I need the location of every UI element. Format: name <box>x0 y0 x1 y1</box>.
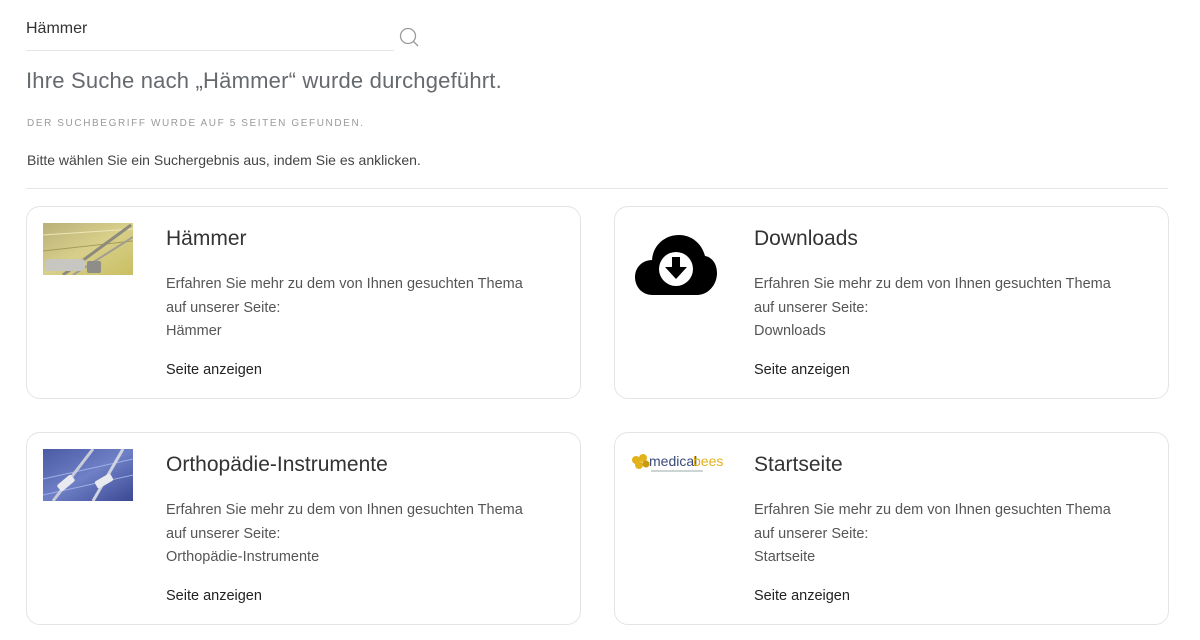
medicalbees-logo: medical bees <box>631 451 731 477</box>
result-card-startseite[interactable]: medical bees Startseite Erfahren Sie meh… <box>614 432 1169 625</box>
result-card-orthopaedie[interactable]: Orthopädie-Instrumente Erfahren Sie mehr… <box>26 432 581 625</box>
show-page-link[interactable]: Seite anzeigen <box>754 362 850 378</box>
result-title: Downloads <box>754 227 858 250</box>
search-result-count: DER SUCHBEGRIFF WURDE AUF 5 SEITEN GEFUN… <box>27 118 365 129</box>
instruments-thumbnail <box>43 449 133 501</box>
result-description: Erfahren Sie mehr zu dem von Ihnen gesuc… <box>754 499 1154 570</box>
result-title: Orthopädie-Instrumente <box>166 453 388 476</box>
divider <box>26 188 1168 189</box>
result-description: Erfahren Sie mehr zu dem von Ihnen gesuc… <box>166 273 566 344</box>
search-result-heading: Ihre Suche nach „Hämmer“ wurde durchgefü… <box>26 68 502 93</box>
result-page-name: Startseite <box>754 549 816 565</box>
result-title: Startseite <box>754 453 843 476</box>
search-bar <box>26 8 419 51</box>
search-input[interactable] <box>26 8 356 48</box>
result-page-name: Hämmer <box>166 323 222 339</box>
show-page-link[interactable]: Seite anzeigen <box>754 588 850 604</box>
cloud-download-icon <box>635 231 717 299</box>
logo-text-medical: medical <box>649 453 697 469</box>
result-card-haemmer[interactable]: Hämmer Erfahren Sie mehr zu dem von Ihne… <box>26 206 581 399</box>
result-title: Hämmer <box>166 227 247 250</box>
show-page-link[interactable]: Seite anzeigen <box>166 362 262 378</box>
result-page-name: Downloads <box>754 323 826 339</box>
logo-text-bees: bees <box>693 453 723 469</box>
hammer-thumbnail <box>43 223 133 275</box>
result-description: Erfahren Sie mehr zu dem von Ihnen gesuc… <box>754 273 1154 344</box>
show-page-link[interactable]: Seite anzeigen <box>166 588 262 604</box>
result-page-name: Orthopädie-Instrumente <box>166 549 320 565</box>
search-icon[interactable] <box>398 26 420 48</box>
result-description: Erfahren Sie mehr zu dem von Ihnen gesuc… <box>166 499 566 570</box>
result-card-downloads[interactable]: Downloads Erfahren Sie mehr zu dem von I… <box>614 206 1169 399</box>
search-instruction: Bitte wählen Sie ein Suchergebnis aus, i… <box>27 152 421 168</box>
